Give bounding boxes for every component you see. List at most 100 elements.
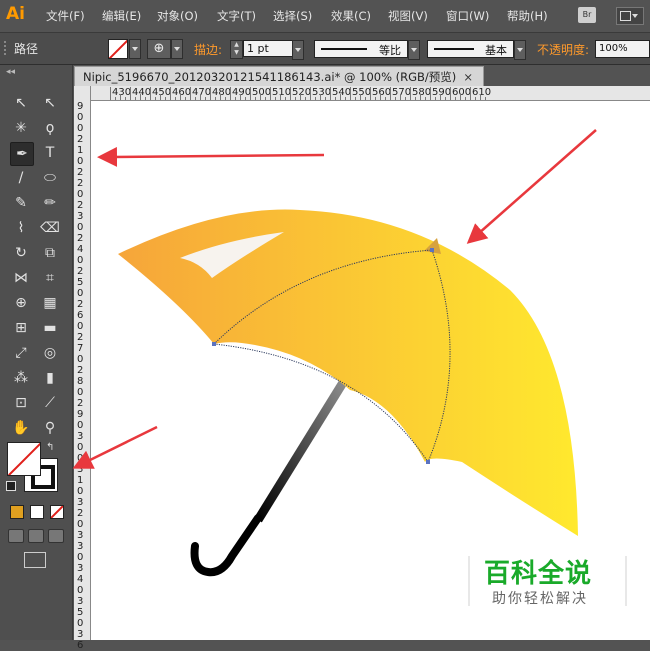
draw-normal-icon[interactable] xyxy=(8,529,24,543)
ruler-label: 2 xyxy=(77,508,84,519)
ruler-label: 3 xyxy=(77,629,84,640)
brush-definition[interactable]: 基本 xyxy=(427,40,514,58)
ruler-label: 4 xyxy=(77,244,84,255)
close-icon[interactable]: × xyxy=(463,67,473,88)
free-transform-tool-icon[interactable]: ⌗ xyxy=(39,267,61,289)
color-mode-icon[interactable] xyxy=(10,505,24,519)
menu-edit[interactable]: 编辑(E) xyxy=(102,8,141,24)
pencil-tool-icon[interactable]: ✏ xyxy=(39,192,61,214)
fill-dropdown[interactable] xyxy=(129,39,141,59)
opacity-label[interactable]: 不透明度: xyxy=(537,41,589,58)
hand-tool-icon[interactable]: ✋ xyxy=(10,417,32,439)
ruler-label: 3 xyxy=(77,464,84,475)
type-tool-icon[interactable]: T xyxy=(39,142,61,164)
vertical-ruler[interactable]: 9002102202302402502602702802903003103203… xyxy=(74,86,91,651)
ellipse-tool-icon[interactable]: ⬭ xyxy=(39,167,61,189)
symbol-sprayer-tool-icon[interactable]: ⁂ xyxy=(10,367,32,389)
horizontal-ruler[interactable]: 430 440 450 460 470 480 490 500 510 520 530 540 550 5… xyxy=(90,86,650,101)
menu-type[interactable]: 文字(T) xyxy=(217,8,256,24)
ruler-label: 2 xyxy=(77,332,84,343)
menu-object[interactable]: 对象(O) xyxy=(157,8,198,24)
bridge-button[interactable]: Br xyxy=(578,7,596,23)
tools-panel: ◂◂ ↖ ↖ ✳ ϙ ✒ T / ⬭ ✎ ✏ ⌇ ⌫ ↻ ⧉ ⋈ ⌗ ⊕ ▦ ⊞ ▬ ⤢ ◎ ⁂ ▮ ⊡ ⟋ ✋ ⚲ ↰ xyxy=(0,65,73,640)
ruler-label: 9 xyxy=(77,409,84,420)
lasso-tool-icon[interactable]: ϙ xyxy=(39,117,61,139)
draw-inside-icon[interactable] xyxy=(48,529,64,543)
menu-bar: Ai 文件(F) 编辑(E) 对象(O) 文字(T) 选择(S) 效果(C) 视… xyxy=(0,0,650,33)
brush-dropdown[interactable] xyxy=(514,40,526,60)
ruler-label: 0 xyxy=(77,123,84,134)
menu-help[interactable]: 帮助(H) xyxy=(507,8,548,24)
zoom-tool-icon[interactable]: ⚲ xyxy=(39,417,61,439)
ruler-label: 2 xyxy=(77,167,84,178)
workspace-switcher[interactable] xyxy=(616,7,644,25)
collapse-icon[interactable]: ◂◂ xyxy=(6,67,15,77)
draw-behind-icon[interactable] xyxy=(28,529,44,543)
ruler-label: 0 xyxy=(77,442,84,453)
ruler-label: 1 xyxy=(77,145,84,156)
ruler-label: 7 xyxy=(77,343,84,354)
blob-brush-tool-icon[interactable]: ⌇ xyxy=(10,217,32,239)
width-tool-icon[interactable]: ⋈ xyxy=(10,267,32,289)
fill-box[interactable] xyxy=(7,442,41,476)
column-graph-tool-icon[interactable]: ▮ xyxy=(39,367,61,389)
stroke-weight-stepper[interactable]: ▲ ▼ xyxy=(230,40,243,59)
direct-selection-tool-icon[interactable]: ↖ xyxy=(39,92,61,114)
selection-tool-icon[interactable]: ↖ xyxy=(10,92,32,114)
menu-effect[interactable]: 效果(C) xyxy=(331,8,371,24)
none-mode-icon[interactable] xyxy=(50,505,64,519)
document-tab[interactable]: Nipic_5196670_20120320121541186143.ai* @… xyxy=(74,66,484,87)
perspective-grid-tool-icon[interactable]: ▦ xyxy=(39,292,61,314)
brush-label: 基本 xyxy=(485,44,507,57)
ruler-label: 9 xyxy=(77,101,84,112)
shape-builder-tool-icon[interactable]: ⊕ xyxy=(10,292,32,314)
eyedropper-tool-icon[interactable]: ⤢ xyxy=(10,342,32,364)
app-logo: Ai xyxy=(6,4,25,24)
default-fill-stroke-icon[interactable] xyxy=(6,481,16,491)
screen-mode-icon[interactable] xyxy=(24,552,46,568)
watermark-border-left xyxy=(468,556,470,606)
fill-color-swatch[interactable] xyxy=(108,39,128,59)
stroke-label[interactable]: 描边: xyxy=(194,41,222,58)
ruler-label: 5 xyxy=(77,607,84,618)
menu-file[interactable]: 文件(F) xyxy=(46,8,85,24)
opacity-input[interactable]: 100% xyxy=(595,40,650,58)
document-title: Nipic_5196670_20120320121541186143.ai* @… xyxy=(83,70,457,84)
gradient-tool-icon[interactable]: ▬ xyxy=(39,317,61,339)
menu-select[interactable]: 选择(S) xyxy=(273,8,312,24)
mesh-tool-icon[interactable]: ⊞ xyxy=(10,317,32,339)
line-segment-tool-icon[interactable]: / xyxy=(10,167,32,189)
ruler-label: 0 xyxy=(77,255,84,266)
stroke-weight-dropdown[interactable] xyxy=(292,40,304,60)
variable-width-profile[interactable]: 等比 xyxy=(314,40,408,58)
ruler-label: 2 xyxy=(77,134,84,145)
ruler-label: 3 xyxy=(77,596,84,607)
menu-window[interactable]: 窗口(W) xyxy=(446,8,489,24)
ruler-label: 6 xyxy=(77,640,84,651)
ruler-label: 0 xyxy=(77,222,84,233)
artboard-tool-icon[interactable]: ⊡ xyxy=(10,392,32,414)
blend-tool-icon[interactable]: ◎ xyxy=(39,342,61,364)
stroke-weight-input[interactable]: 1 pt xyxy=(243,40,294,57)
style-icon[interactable]: ⊕ xyxy=(147,39,171,59)
ruler-label: 1 xyxy=(77,475,84,486)
style-dropdown[interactable] xyxy=(171,39,183,59)
ruler-label: 0 xyxy=(77,321,84,332)
variable-width-dropdown[interactable] xyxy=(408,40,420,60)
ruler-label: 0 xyxy=(77,618,84,629)
slice-tool-icon[interactable]: ⟋ xyxy=(39,392,61,414)
scale-tool-icon[interactable]: ⧉ xyxy=(39,242,61,264)
selection-type-label: 路径 xyxy=(14,42,39,56)
grip-handle[interactable] xyxy=(4,41,8,55)
ruler-label: 3 xyxy=(77,497,84,508)
umbrella-handle xyxy=(190,514,262,577)
rotate-tool-icon[interactable]: ↻ xyxy=(10,242,32,264)
paintbrush-tool-icon[interactable]: ✎ xyxy=(10,192,32,214)
pen-tool-icon[interactable]: ✒ xyxy=(10,142,34,166)
gradient-mode-icon[interactable] xyxy=(30,505,44,519)
magic-wand-tool-icon[interactable]: ✳ xyxy=(10,117,32,139)
eraser-tool-icon[interactable]: ⌫ xyxy=(39,217,61,239)
ruler-label: 0 xyxy=(77,486,84,497)
menu-view[interactable]: 视图(V) xyxy=(388,8,428,24)
swap-fill-stroke-icon[interactable]: ↰ xyxy=(46,442,54,453)
